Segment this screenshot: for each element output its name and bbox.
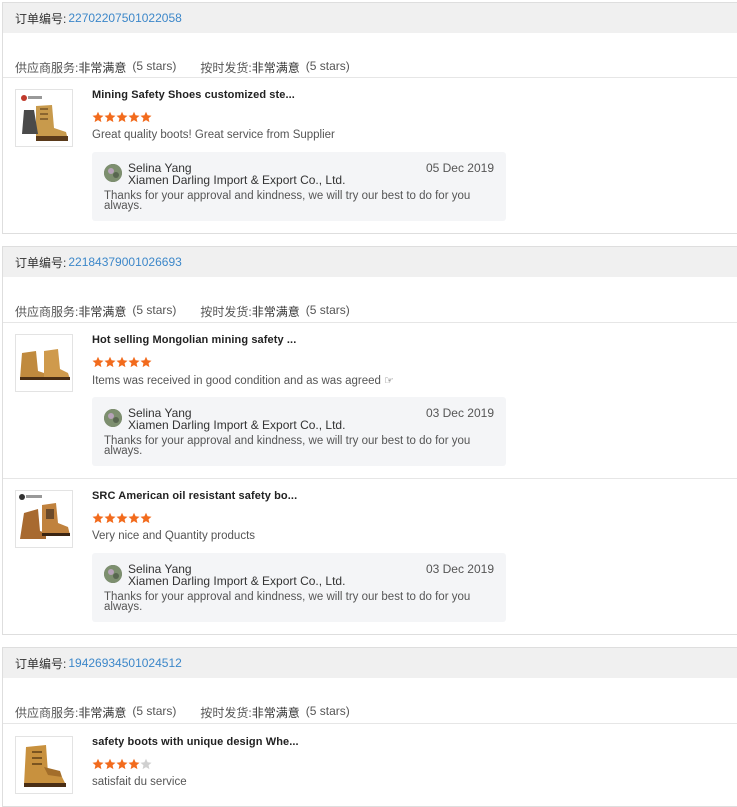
avatar xyxy=(104,565,122,583)
boot-icon xyxy=(24,745,66,787)
on-time-shipping-label: 按时发货: xyxy=(200,305,252,319)
star-icon xyxy=(116,111,128,123)
pointing-hand-icon: ☞ xyxy=(383,375,394,387)
supplier-service-label: 供应商服务: xyxy=(15,305,79,319)
order-card: 订单编号: 19426934501024512 供应商服务: 非常满意 (5 s… xyxy=(2,647,737,807)
divider xyxy=(3,723,737,724)
reply-date: 05 Dec 2019 xyxy=(425,161,494,175)
order-number-link[interactable]: 19426934501024512 xyxy=(68,656,181,670)
star-icon xyxy=(128,356,140,368)
reply-text: Thanks for your approval and kindness, w… xyxy=(104,190,471,212)
star-icon xyxy=(140,758,152,770)
supplier-service-value: 非常满意 xyxy=(78,305,127,319)
order-number-link[interactable]: 22702207501022058 xyxy=(68,11,181,25)
star-icon xyxy=(116,758,128,770)
supplier-service-stars: (5 stars) xyxy=(132,704,177,718)
star-icon xyxy=(92,111,104,123)
order-header: 订单编号: 19426934501024512 xyxy=(3,648,737,678)
star-icon xyxy=(140,512,152,524)
star-icon xyxy=(104,111,116,123)
product-title-link[interactable]: safety boots with unique design Whe... xyxy=(92,736,299,748)
avatar xyxy=(104,164,122,182)
product-thumbnail[interactable] xyxy=(15,490,73,548)
star-icon xyxy=(92,356,104,368)
star-icon xyxy=(128,512,140,524)
product-title-link[interactable]: Hot selling Mongolian mining safety ... xyxy=(92,334,296,346)
order-ratings: 供应商服务: 非常满意 (5 stars) 按时发货: 非常满意 (5 star… xyxy=(15,303,350,320)
on-time-shipping-label: 按时发货: xyxy=(200,706,252,720)
order-number-label: 订单编号: xyxy=(15,656,67,671)
on-time-shipping-label: 按时发货: xyxy=(200,61,252,75)
product-title-link[interactable]: Mining Safety Shoes customized ste... xyxy=(92,89,295,101)
order-header: 订单编号: 22702207501022058 xyxy=(3,3,737,33)
order-number-label: 订单编号: xyxy=(15,11,67,26)
supplier-service-label: 供应商服务: xyxy=(15,61,79,75)
supplier-service-value: 非常满意 xyxy=(78,61,127,75)
order-ratings: 供应商服务: 非常满意 (5 stars) 按时发货: 非常满意 (5 star… xyxy=(15,704,350,721)
supplier-service-stars: (5 stars) xyxy=(132,59,177,73)
on-time-shipping-stars: (5 stars) xyxy=(305,59,350,73)
star-rating xyxy=(92,758,152,770)
on-time-shipping-stars: (5 stars) xyxy=(305,704,350,718)
reply-company-name: Xiamen Darling Import & Export Co., Ltd. xyxy=(128,574,346,588)
review-comment-text: Items was received in good condition and… xyxy=(92,375,381,387)
reply-company-name: Xiamen Darling Import & Export Co., Ltd. xyxy=(128,173,346,187)
reply-text: Thanks for your approval and kindness, w… xyxy=(104,591,471,613)
star-icon xyxy=(92,512,104,524)
divider xyxy=(3,478,737,479)
review-comment: Items was received in good condition and… xyxy=(92,374,394,387)
review-comment: satisfait du service xyxy=(92,776,187,788)
supplier-service-stars: (5 stars) xyxy=(132,303,177,317)
star-rating xyxy=(92,356,152,368)
product-thumbnail[interactable] xyxy=(15,334,73,392)
on-time-shipping-stars: (5 stars) xyxy=(305,303,350,317)
star-icon xyxy=(128,111,140,123)
star-icon xyxy=(116,512,128,524)
star-icon xyxy=(104,758,116,770)
order-ratings: 供应商服务: 非常满意 (5 stars) 按时发货: 非常满意 (5 star… xyxy=(15,59,350,76)
star-icon xyxy=(92,758,104,770)
order-card: 订单编号: 22702207501022058 供应商服务: 非常满意 (5 s… xyxy=(2,2,737,234)
order-number-link[interactable]: 22184379001026693 xyxy=(68,255,181,269)
product-thumbnail[interactable] xyxy=(15,736,73,794)
boot-icon xyxy=(21,95,68,141)
star-icon xyxy=(140,356,152,368)
supplier-reply: Selina Yang Xiamen Darling Import & Expo… xyxy=(92,553,506,622)
divider xyxy=(3,322,737,323)
reply-date: 03 Dec 2019 xyxy=(425,562,494,576)
boot-icon xyxy=(20,349,70,380)
star-icon xyxy=(104,512,116,524)
product-title-link[interactable]: SRC American oil resistant safety bo... xyxy=(92,490,297,502)
reply-date: 03 Dec 2019 xyxy=(425,406,494,420)
reply-text: Thanks for your approval and kindness, w… xyxy=(104,435,471,457)
on-time-shipping-value: 非常满意 xyxy=(251,305,300,319)
divider xyxy=(3,77,737,78)
star-icon xyxy=(116,356,128,368)
star-rating xyxy=(92,111,152,123)
star-icon xyxy=(140,111,152,123)
star-icon xyxy=(104,356,116,368)
supplier-reply: Selina Yang Xiamen Darling Import & Expo… xyxy=(92,152,506,221)
review-comment: Very nice and Quantity products xyxy=(92,530,256,542)
review-comment: Great quality boots! Great service from … xyxy=(92,129,335,141)
supplier-reply: Selina Yang Xiamen Darling Import & Expo… xyxy=(92,397,506,466)
supplier-service-label: 供应商服务: xyxy=(15,706,79,720)
order-card: 订单编号: 22184379001026693 供应商服务: 非常满意 (5 s… xyxy=(2,246,737,635)
order-number-label: 订单编号: xyxy=(15,255,67,270)
avatar xyxy=(104,409,122,427)
product-thumbnail[interactable] xyxy=(15,89,73,147)
order-header: 订单编号: 22184379001026693 xyxy=(3,247,737,277)
reply-company-name: Xiamen Darling Import & Export Co., Ltd. xyxy=(128,418,346,432)
on-time-shipping-value: 非常满意 xyxy=(251,61,300,75)
star-rating xyxy=(92,512,152,524)
on-time-shipping-value: 非常满意 xyxy=(251,706,300,720)
supplier-service-value: 非常满意 xyxy=(78,706,127,720)
star-icon xyxy=(128,758,140,770)
boot-icon xyxy=(19,494,70,539)
